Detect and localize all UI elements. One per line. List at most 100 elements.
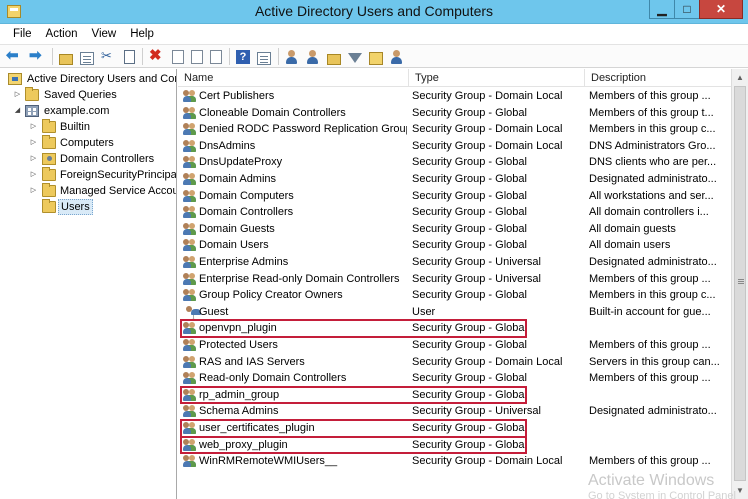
- table-row[interactable]: Denied RODC Password Replication Group Se…: [178, 121, 731, 138]
- cell-type: Security Group - Domain Local: [412, 355, 563, 368]
- table-row[interactable]: Protected Users Security Group - Global Me…: [178, 337, 731, 354]
- maximize-button[interactable]: □: [674, 0, 700, 19]
- menu-action[interactable]: Action: [39, 24, 85, 44]
- cell-description: Members of this group t...: [589, 106, 714, 119]
- new-ou-icon[interactable]: [327, 53, 341, 65]
- activation-watermark-subtitle: Go to System in Control Panel: [588, 490, 736, 499]
- table-row[interactable]: Enterprise Read-only Domain Controllers S…: [178, 271, 731, 288]
- table-row[interactable]: Enterprise Admins Security Group - Univer…: [178, 254, 731, 271]
- properties-icon[interactable]: [172, 50, 184, 64]
- tree-item-label: ForeignSecurityPrincipals: [60, 169, 177, 181]
- tree-item-managed-service-accounts[interactable]: ▷ Managed Service Accour: [6, 183, 176, 199]
- table-row[interactable]: Guest User Built-in account for gue...: [178, 304, 731, 321]
- create-user-icon[interactable]: [285, 50, 299, 64]
- tree-item-label: Builtin: [60, 121, 90, 133]
- table-row[interactable]: Domain Guests Security Group - Global All …: [178, 221, 731, 238]
- export-list-icon[interactable]: [210, 50, 222, 64]
- tree-item-computers[interactable]: ▷ Computers: [6, 135, 176, 151]
- view-icon[interactable]: [257, 51, 271, 65]
- column-header-description[interactable]: Description: [585, 69, 731, 87]
- delete-icon[interactable]: ✖: [149, 48, 165, 64]
- results-pane: Name Type Description Cert Publishers Sec…: [178, 69, 731, 499]
- tree-item-saved-queries[interactable]: ▷ Saved Queries: [6, 87, 176, 103]
- cell-name: Denied RODC Password Replication Group: [199, 123, 407, 136]
- menu-view[interactable]: View: [85, 24, 124, 44]
- cell-name: Domain Guests: [199, 222, 275, 235]
- tree-item-domain[interactable]: ◢ example.com: [6, 103, 176, 119]
- table-row[interactable]: Domain Controllers Security Group - Globa…: [178, 204, 731, 221]
- minimize-button[interactable]: ▁: [649, 0, 675, 19]
- copy-icon[interactable]: [124, 50, 135, 64]
- cell-description: All workstations and ser...: [589, 189, 714, 202]
- cell-type: Security Group - Global: [412, 322, 527, 335]
- security-group-icon: [183, 172, 198, 186]
- tree-item-domain-controllers[interactable]: ▷ Domain Controllers: [6, 151, 176, 167]
- table-row[interactable]: openvpn_plugin Security Group - Global: [178, 320, 731, 337]
- create-group-icon[interactable]: [306, 50, 320, 64]
- table-row[interactable]: Group Policy Creator Owners Security Grou…: [178, 287, 731, 304]
- tree-item-builtin[interactable]: ▷ Builtin: [6, 119, 176, 135]
- window-controls: ▁ □ ✕: [649, 0, 743, 19]
- close-button[interactable]: ✕: [699, 0, 743, 19]
- table-row[interactable]: WinRMRemoteWMIUsers__ Security Group - Do…: [178, 453, 731, 470]
- column-header-name[interactable]: Name: [178, 69, 409, 87]
- folder-icon: [42, 135, 56, 149]
- table-row[interactable]: Domain Users Security Group - Global All d…: [178, 237, 731, 254]
- table-row[interactable]: DnsAdmins Security Group - Domain Local DN…: [178, 138, 731, 155]
- expand-icon[interactable]: ▷: [29, 183, 38, 199]
- back-arrow-icon[interactable]: ⬅: [6, 48, 22, 64]
- table-row[interactable]: user_certificates_plugin Security Group -…: [178, 420, 731, 437]
- security-group-icon: [183, 438, 198, 452]
- cell-name: Domain Users: [199, 239, 269, 252]
- cell-name: Cert Publishers: [199, 90, 275, 102]
- scroll-up-icon[interactable]: ▲: [732, 69, 748, 86]
- table-row[interactable]: Schema Admins Security Group - Universal D…: [178, 403, 731, 420]
- table-row[interactable]: DnsUpdateProxy Security Group - Global DNS…: [178, 154, 731, 171]
- tree-item-users[interactable]: Users: [6, 199, 176, 215]
- cell-type: Security Group - Global: [412, 189, 527, 202]
- show-console-tree-icon[interactable]: [80, 51, 94, 65]
- security-group-icon: [183, 238, 198, 252]
- forward-arrow-icon[interactable]: ➡: [29, 48, 45, 64]
- table-row[interactable]: Cloneable Domain Controllers Security Gro…: [178, 105, 731, 122]
- tree-root[interactable]: Active Directory Users and Com: [6, 71, 176, 87]
- expand-icon[interactable]: ▷: [29, 167, 38, 183]
- toolbar-separator: [229, 47, 230, 65]
- cell-name: Domain Computers: [199, 189, 294, 202]
- menu-file[interactable]: File: [6, 24, 39, 44]
- window-title: Active Directory Users and Computers: [254, 3, 494, 19]
- cell-name: rp_admin_group: [199, 388, 280, 401]
- table-row[interactable]: Cert Publishers Security Group - Domain L…: [178, 88, 731, 105]
- help-icon[interactable]: ?: [236, 50, 250, 64]
- filter-icon[interactable]: [348, 53, 362, 63]
- title-bar[interactable]: Active Directory Users and Computers ▁ □…: [0, 0, 748, 24]
- console-root-icon: [8, 73, 22, 85]
- cell-type: Security Group - Global: [412, 289, 527, 302]
- table-row[interactable]: RAS and IAS Servers Security Group - Doma…: [178, 354, 731, 371]
- refresh-icon[interactable]: [191, 50, 203, 64]
- tree-item-foreign-security-principals[interactable]: ▷ ForeignSecurityPrincipals: [6, 167, 176, 183]
- table-row[interactable]: Domain Computers Security Group - Global A…: [178, 188, 731, 205]
- ou-icon: [42, 153, 56, 165]
- expand-icon[interactable]: ▷: [13, 87, 22, 103]
- menu-help[interactable]: Help: [123, 24, 161, 44]
- scrollbar-thumb[interactable]: [734, 86, 746, 481]
- tree-item-label: Users: [58, 199, 93, 215]
- up-folder-icon[interactable]: [59, 53, 73, 65]
- table-row[interactable]: Domain Admins Security Group - Global Desi…: [178, 171, 731, 188]
- table-row[interactable]: rp_admin_group Security Group - Global: [178, 387, 731, 404]
- add-to-group-icon[interactable]: [390, 50, 404, 64]
- cell-name: Domain Controllers: [199, 206, 294, 219]
- column-header-type[interactable]: Type: [409, 69, 585, 87]
- security-group-icon: [183, 454, 198, 468]
- activation-watermark: Activate Windows: [588, 472, 715, 489]
- expand-icon[interactable]: ▷: [29, 119, 38, 135]
- expand-icon[interactable]: ▷: [29, 151, 38, 167]
- collapse-icon[interactable]: ◢: [13, 103, 22, 119]
- vertical-scrollbar[interactable]: ▲ ▼: [731, 69, 748, 499]
- table-row[interactable]: Read-only Domain Controllers Security Gro…: [178, 370, 731, 387]
- cut-icon[interactable]: ✂: [101, 48, 117, 64]
- expand-icon[interactable]: ▷: [29, 135, 38, 151]
- find-icon[interactable]: [369, 51, 383, 65]
- table-row[interactable]: web_proxy_plugin Security Group - Global: [178, 437, 731, 454]
